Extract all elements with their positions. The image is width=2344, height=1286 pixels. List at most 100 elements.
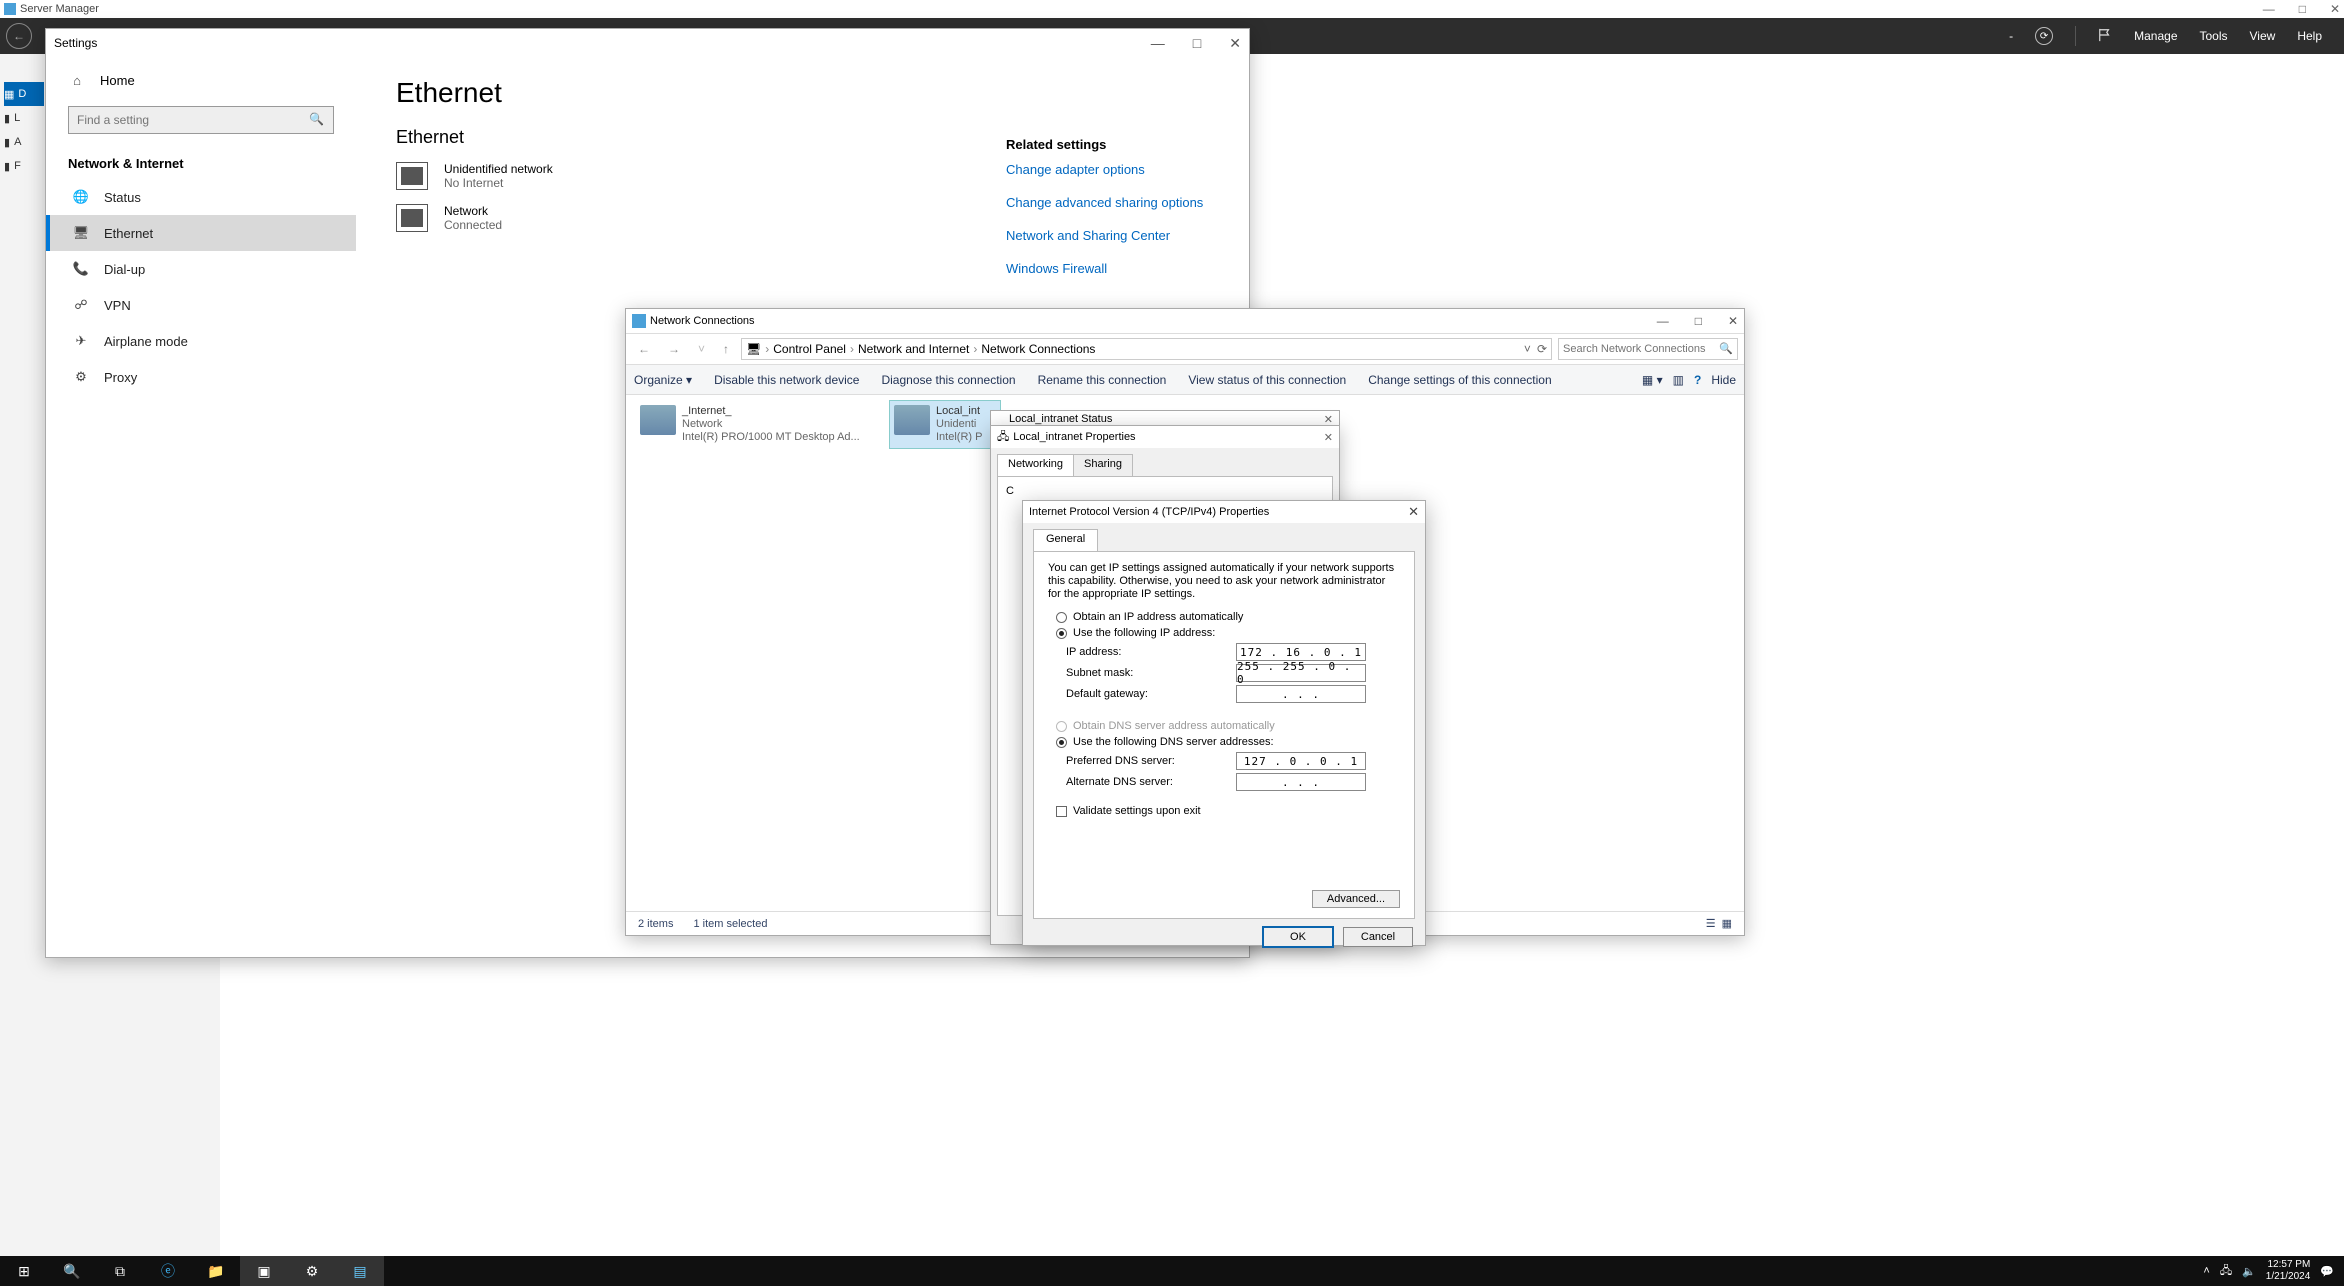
taskbar-control-panel[interactable]: ▤ [336,1256,384,1286]
refresh-icon[interactable]: ⟳ [1537,342,1547,356]
taskbar-explorer[interactable]: 📁 [192,1256,240,1286]
advanced-button[interactable]: Advanced... [1312,890,1400,908]
tab-networking[interactable]: Networking [997,454,1074,476]
minimize-button[interactable]: — [2263,2,2275,16]
nc-search-input[interactable] [1559,339,1737,359]
link-adapter-options[interactable]: Change adapter options [1006,162,1203,177]
link-advanced-sharing[interactable]: Change advanced sharing options [1006,195,1203,210]
sidebar-item-dashboard[interactable]: ▦ D [4,82,44,106]
nav-item-proxy[interactable]: ⚙Proxy [46,359,356,395]
sidebar-item-local[interactable]: ▮ L [4,106,44,130]
nav-item-label: VPN [104,298,131,313]
crumb-control-panel[interactable]: Control Panel [773,342,846,356]
preferred-dns-input[interactable]: 127 . 0 . 0 . 1 [1236,752,1366,770]
close-button[interactable]: ✕ [1728,314,1738,328]
status-item-count: 2 items [638,918,673,930]
tray-clock[interactable]: 12:57 PM 1/21/2024 [2266,1259,2311,1283]
refresh-icon[interactable]: ⟳ [2035,27,2053,45]
subnet-mask-input[interactable]: 255 . 255 . 0 . 0 [1236,664,1366,682]
tray-network-icon[interactable]: 🖧 [2220,1262,2232,1281]
ok-button[interactable]: OK [1263,927,1333,947]
nav-home[interactable]: ⌂ Home [46,63,356,98]
nav-item-airplane[interactable]: ✈Airplane mode [46,323,356,359]
cmd-hide[interactable]: Hide [1711,373,1736,387]
taskbar-settings[interactable]: ⚙ [288,1256,336,1286]
view-large-icon[interactable]: ▦ [1722,917,1732,930]
close-button[interactable]: ✕ [1229,35,1241,52]
close-icon[interactable]: ✕ [1324,431,1333,444]
tab-sharing[interactable]: Sharing [1074,454,1133,476]
ip-address-input[interactable]: 172 . 16 . 0 . 1 [1236,643,1366,661]
ethernet-entry-name: Unidentified network [444,162,553,176]
crumb-network-internet[interactable]: Network and Internet [858,342,969,356]
menu-help[interactable]: Help [2297,29,2322,43]
back-button[interactable]: ← [6,23,32,49]
cmd-organize[interactable]: Organize ▾ [634,373,692,387]
server-manager-menu: - ⟳ Manage Tools View Help [2009,26,2344,46]
menu-tools[interactable]: Tools [2200,29,2228,43]
nav-item-ethernet[interactable]: 🖥Ethernet [46,215,356,251]
taskbar-server-manager[interactable]: ▣ [240,1256,288,1286]
maximize-button[interactable]: □ [1695,314,1702,328]
nav-item-vpn[interactable]: ☍VPN [46,287,356,323]
tab-general[interactable]: General [1033,529,1098,551]
link-windows-firewall[interactable]: Windows Firewall [1006,261,1203,276]
link-sharing-center[interactable]: Network and Sharing Center [1006,228,1203,243]
checkbox-validate-on-exit[interactable]: Validate settings upon exit [1056,805,1400,817]
radio-use-following-dns[interactable]: Use the following DNS server addresses: [1056,736,1400,748]
maximize-button[interactable]: □ [1193,35,1201,52]
view-details-icon[interactable]: ☰ [1706,917,1716,930]
close-icon[interactable]: ✕ [1408,504,1419,520]
menu-view[interactable]: View [2250,29,2276,43]
settings-search[interactable]: 🔍 [68,106,334,134]
ipv4-properties-window: Internet Protocol Version 4 (TCP/IPv4) P… [1022,500,1426,946]
adapter-internet[interactable]: _Internet_ Network Intel(R) PRO/1000 MT … [636,401,886,448]
alternate-dns-input[interactable]: . . . [1236,773,1366,791]
cancel-button[interactable]: Cancel [1343,927,1413,947]
ethernet-entry-sub: No Internet [444,176,553,190]
nav-up-icon[interactable]: ↑ [717,342,735,356]
sidebar-item-all[interactable]: ▮ A [4,130,44,154]
taskbar-ie[interactable]: ⓔ [144,1256,192,1286]
radio-use-following-ip[interactable]: Use the following IP address: [1056,627,1400,639]
settings-search-input[interactable] [68,106,334,134]
cmd-diagnose[interactable]: Diagnose this connection [881,373,1015,387]
preview-pane-icon[interactable]: ▥ [1673,373,1684,387]
cmd-rename[interactable]: Rename this connection [1038,373,1167,387]
cmd-change-settings[interactable]: Change settings of this connection [1368,373,1551,387]
crumb-network-connections[interactable]: Network Connections [981,342,1095,356]
nc-search[interactable]: 🔍 [1558,338,1738,360]
tray-volume-icon[interactable]: 🔈 [2242,1265,2256,1278]
field-label: IP address: [1066,646,1236,658]
view-options-icon[interactable]: ▦ ▾ [1642,373,1663,387]
radio-icon [1056,628,1067,639]
maximize-button[interactable]: □ [2299,2,2306,16]
start-button[interactable]: ⊞ [0,1256,48,1286]
task-view-button[interactable]: ⧉ [96,1256,144,1286]
nav-item-status[interactable]: 🌐Status [46,179,356,215]
menu-manage[interactable]: Manage [2134,29,2177,43]
properties-title: Local_intranet Properties [1013,431,1135,443]
nav-forward-icon[interactable]: → [662,342,686,356]
sidebar-item-file[interactable]: ▮ F [4,154,44,178]
tray-notifications-icon[interactable]: 💬 [2320,1265,2334,1278]
minimize-button[interactable]: — [1151,35,1165,52]
nav-recent-icon[interactable]: ˅ [692,342,711,356]
close-icon[interactable]: ✕ [1324,413,1339,426]
nav-item-dialup[interactable]: 📞Dial-up [46,251,356,287]
help-icon[interactable]: ? [1694,373,1701,387]
breadcrumb[interactable]: 🖥 › Control Panel › Network and Internet… [741,338,1552,360]
cmd-disable[interactable]: Disable this network device [714,373,859,387]
flag-icon[interactable] [2098,28,2112,45]
cmd-view-status[interactable]: View status of this connection [1188,373,1346,387]
adapter-local-intranet[interactable]: Local_int Unidenti Intel(R) P [890,401,1000,448]
breadcrumb-dropdown-icon[interactable]: ˅ [1524,342,1531,356]
tray-chevron-icon[interactable]: ˄ [2203,1265,2209,1277]
taskbar-search[interactable]: 🔍 [48,1256,96,1286]
minimize-button[interactable]: — [1657,314,1669,328]
radio-obtain-ip-auto[interactable]: Obtain an IP address automatically [1056,611,1400,623]
close-button[interactable]: ✕ [2330,2,2340,16]
nav-back-icon[interactable]: ← [632,342,656,356]
nav-item-label: Ethernet [104,226,153,241]
default-gateway-input[interactable]: . . . [1236,685,1366,703]
